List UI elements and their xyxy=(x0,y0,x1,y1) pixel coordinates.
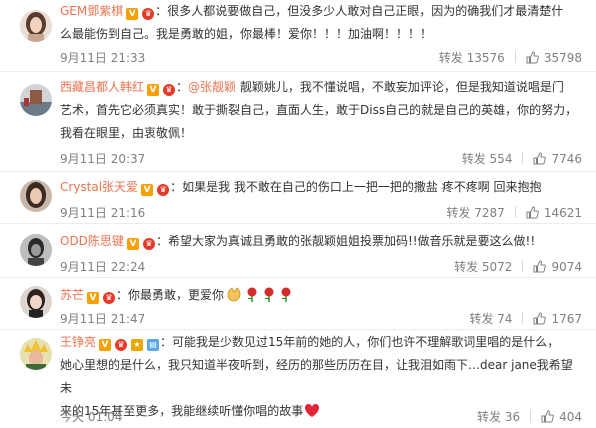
thumbs-up-icon xyxy=(533,260,547,276)
like-count: 9074 xyxy=(551,260,582,274)
comment-time: 9月11日 21:16 xyxy=(60,206,146,220)
vip-badge-icon: ♛ xyxy=(157,184,170,196)
comment-item: 苏芒 V ♛ ：你最勇敢，更爱你 9月11日 21:47 转发 74 1767 xyxy=(0,278,596,330)
verified-badge-icon: V xyxy=(126,238,139,250)
mention-link[interactable]: @张靓颖 xyxy=(188,80,236,94)
repost-button[interactable]: 转发 7287 xyxy=(446,204,504,221)
member-badge-icon: ▤ xyxy=(147,339,160,351)
avatar[interactable] xyxy=(20,180,52,212)
comment-text: ：希望大家为真诚且勇敢的张靓颖姐姐投票加码!!做音乐就是要这么做!! xyxy=(155,234,536,248)
verified-badge-icon: V xyxy=(141,184,154,196)
comment-time: 今天 01:04 xyxy=(60,410,123,424)
comment-time: 9月11日 22:24 xyxy=(60,260,146,274)
comment-time: 9月11日 20:37 xyxy=(60,152,146,166)
comment-text: 我看在眼里，由衷敬佩！ xyxy=(60,126,193,140)
comment-text: 么最能伤到自己。我是勇敢的姐，你最棒！爱你！！！加油啊！！！！ xyxy=(60,27,433,41)
thumbs-up-icon xyxy=(541,410,554,426)
comment-item: GEM鄧紫棋 V ♛ ：很多人都说要做自己，但没多少人敢对自己正眼，因为的确我们才最清… xyxy=(0,0,596,72)
comment-text: 艺术，首先它必须真实！敢于撕裂自己，直面人生，敢于Diss自己的就是自己的英雄，… xyxy=(60,103,578,117)
like-button[interactable]: 9074 xyxy=(533,260,582,276)
repost-button[interactable]: 转发 36 xyxy=(477,408,520,425)
verified-badge-icon: V xyxy=(99,339,112,351)
avatar[interactable] xyxy=(20,234,52,266)
repost-label: 转发 xyxy=(454,260,479,274)
repost-button[interactable]: 转发 554 xyxy=(462,150,513,167)
comment-time: 9月11日 21:33 xyxy=(60,51,146,65)
repost-count: 13576 xyxy=(466,51,505,65)
like-button[interactable]: 7746 xyxy=(533,152,582,168)
rose-emoji-icon xyxy=(261,286,277,310)
gold-badge-icon: ★ xyxy=(131,339,144,351)
thumbs-up-icon xyxy=(526,51,539,67)
verified-badge-icon: V xyxy=(147,84,160,96)
divider xyxy=(514,51,516,63)
like-button[interactable]: 1767 xyxy=(533,312,582,328)
repost-count: 5072 xyxy=(481,260,513,274)
like-count: 7746 xyxy=(551,152,582,166)
repost-button[interactable]: 转发 5072 xyxy=(454,258,512,275)
comment-text: ：很多人都说要做自己，但没多少人敢对自己正眼，因为的确我们才最清楚什 xyxy=(155,4,564,18)
comment-text: ：可能我是少数见过15年前的她的人，你们也许不理解歌词里唱的是什么， xyxy=(160,335,560,349)
username[interactable]: Crystal张天爱 xyxy=(60,180,138,194)
thumbs-up-icon xyxy=(526,206,539,222)
avatar[interactable] xyxy=(20,338,52,370)
like-count: 1767 xyxy=(551,312,582,326)
repost-label: 转发 xyxy=(476,410,501,424)
rose-emoji-icon xyxy=(244,286,260,310)
repost-button[interactable]: 转发 13576 xyxy=(439,49,505,66)
like-count: 35798 xyxy=(543,51,582,65)
repost-count: 7287 xyxy=(474,206,505,220)
divider xyxy=(522,152,524,164)
vip-badge-icon: ♛ xyxy=(142,8,155,20)
comment-time: 9月11日 21:47 xyxy=(60,312,146,326)
comment-item: ODD陈思键 V ♛ ：希望大家为真诚且勇敢的张靓颖姐姐投票加码!!做音乐就是要这么做… xyxy=(0,224,596,278)
avatar[interactable] xyxy=(20,286,52,318)
avatar[interactable] xyxy=(20,10,52,42)
like-count: 14621 xyxy=(543,206,582,220)
repost-label: 转发 xyxy=(446,206,471,220)
comment-item: Crystal张天爱 V ♛ ：如果是我 我不敢在自己的伤口上一把一把的撒盐 疼不疼啊… xyxy=(0,172,596,224)
like-count: 404 xyxy=(559,410,582,424)
vip-badge-icon: ♛ xyxy=(103,292,116,304)
username[interactable]: ODD陈思键 xyxy=(60,234,124,248)
comment-item: 王铮亮 V ♛ ★ ▤ ：可能我是少数见过15年前的她的人，你们也许不理解歌词里唱的是什么… xyxy=(0,330,596,428)
comment-text: 靓颖姚儿，我不懂说唱，不敢妄加评论，但是我知道说唱是门 xyxy=(236,80,564,94)
vip-badge-icon: ♛ xyxy=(163,84,176,96)
verified-badge-icon: V xyxy=(126,8,139,20)
thumbs-up-icon xyxy=(533,312,547,328)
comment-text: ：如果是我 我不敢在自己的伤口上一把一把的撒盐 疼不疼啊 回来抱抱 xyxy=(170,180,542,194)
vip-badge-icon: ♛ xyxy=(115,339,128,351)
repost-count: 36 xyxy=(504,410,521,424)
like-button[interactable]: 14621 xyxy=(526,206,582,222)
repost-count: 74 xyxy=(497,312,513,326)
avatar[interactable] xyxy=(20,84,52,116)
repost-count: 554 xyxy=(489,152,513,166)
divider xyxy=(530,410,532,422)
comment-item: 西藏昌都人韩红 V ♛ ：@张靓颖 靓颖姚儿，我不懂说唱，不敢妄加评论，但是我知道说唱… xyxy=(0,72,596,172)
username[interactable]: 王铮亮 xyxy=(60,335,96,349)
repost-label: 转发 xyxy=(438,51,463,65)
repost-button[interactable]: 转发 74 xyxy=(469,310,512,327)
comment-feed: GEM鄧紫棋 V ♛ ：很多人都说要做自己，但没多少人敢对自己正眼，因为的确我们才最清… xyxy=(0,0,596,428)
repost-label: 转发 xyxy=(469,312,494,326)
like-button[interactable]: 404 xyxy=(541,410,582,426)
divider xyxy=(522,260,524,272)
thumbs-up-icon xyxy=(533,152,547,168)
divider xyxy=(514,206,516,218)
username[interactable]: 西藏昌都人韩红 xyxy=(60,80,144,94)
username[interactable]: 苏芒 xyxy=(60,288,84,302)
comment-text: ：你最勇敢，更爱你 xyxy=(116,288,225,302)
verified-badge-icon: V xyxy=(87,292,100,304)
repost-label: 转发 xyxy=(461,152,486,166)
comment-text: 她心里想的是什么，我只知道半夜听到，经历的那些历历在目，让我泪如雨下…dear … xyxy=(60,358,573,395)
divider xyxy=(522,312,524,324)
vip-badge-icon: ♛ xyxy=(142,238,155,250)
like-button[interactable]: 35798 xyxy=(526,51,582,67)
clap-emoji-icon xyxy=(225,286,243,310)
username[interactable]: GEM鄧紫棋 xyxy=(60,4,123,18)
rose-emoji-icon xyxy=(278,286,294,310)
